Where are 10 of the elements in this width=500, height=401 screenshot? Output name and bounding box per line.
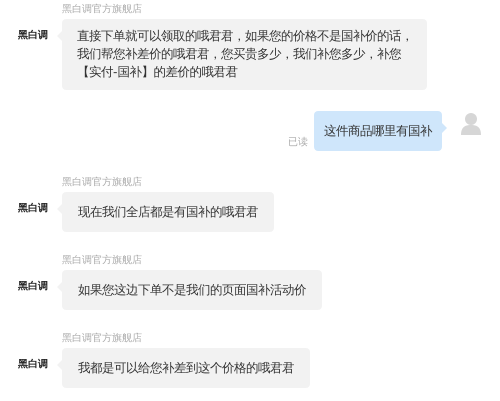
avatar-label: 黑白调 — [18, 280, 48, 293]
sender-name: 黑白调官方旗舰店 — [62, 2, 142, 16]
avatar-label: 黑白调 — [18, 28, 48, 42]
person-avatar-icon — [460, 111, 482, 135]
avatar-label: 黑白调 — [18, 358, 48, 371]
sender-name: 黑白调官方旗舰店 — [62, 254, 142, 267]
sender-name: 黑白调官方旗舰店 — [62, 176, 142, 189]
sender-name: 黑白调官方旗舰店 — [62, 332, 142, 345]
read-status: 已读 — [288, 136, 308, 149]
avatar-label: 黑白调 — [18, 202, 48, 215]
